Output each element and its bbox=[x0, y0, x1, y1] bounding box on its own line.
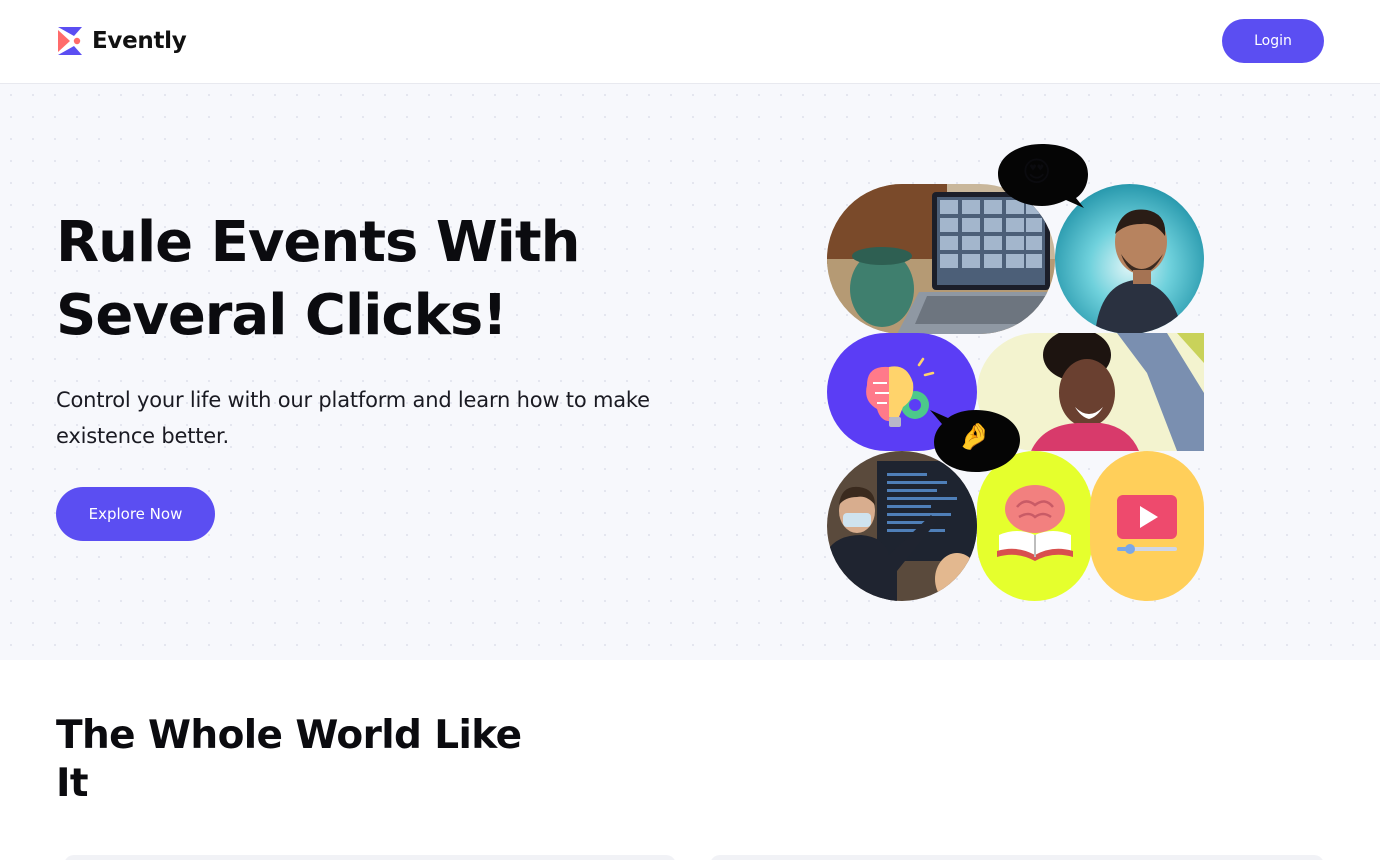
pinched-fingers-emoji: 🤌 bbox=[958, 422, 991, 452]
section-title: The Whole World Like It bbox=[56, 713, 522, 806]
hero-subtitle: Control your life with our platform and … bbox=[56, 388, 650, 448]
heart-eyes-emoji: 😍 bbox=[1022, 155, 1052, 188]
video-player-icon bbox=[1090, 451, 1204, 601]
explore-now-button[interactable]: Explore Now bbox=[56, 487, 215, 541]
login-button[interactable]: Login bbox=[1222, 19, 1324, 63]
hero-collage: 😍 🤌 bbox=[820, 142, 1220, 612]
hero-title: Rule Events With Several Clicks! bbox=[56, 210, 580, 348]
testimonial-card bbox=[710, 855, 1324, 860]
brand[interactable]: Evently bbox=[56, 26, 187, 56]
evently-logo-icon bbox=[58, 27, 82, 55]
hero-section: Rule Events With Several Clicks! Control… bbox=[0, 84, 1380, 660]
top-navbar: Evently Login bbox=[0, 0, 1380, 84]
emoji-bubble-heart-eyes: 😍 bbox=[996, 142, 1092, 212]
testimonial-card bbox=[64, 855, 676, 860]
emoji-bubble-pinched-fingers: 🤌 bbox=[928, 404, 1022, 476]
brand-name: Evently bbox=[92, 28, 187, 54]
